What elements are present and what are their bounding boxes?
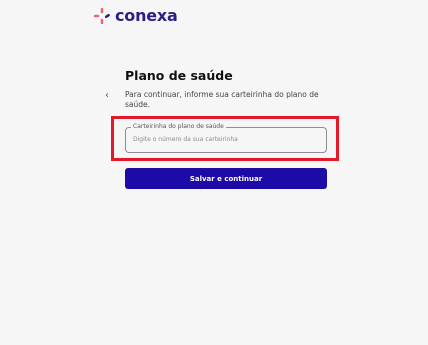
card-number-input[interactable]	[133, 136, 318, 143]
card-number-label: Carteirinha do plano de saúde	[131, 123, 226, 131]
save-and-continue-button[interactable]: Salvar e continuar	[125, 168, 327, 189]
back-button[interactable]: ‹	[101, 89, 113, 101]
page-subtitle: Para continuar, informe sua carteirinha …	[125, 90, 319, 109]
chevron-left-icon: ‹	[105, 89, 109, 101]
conexa-logo: conexa	[93, 6, 178, 25]
page-title: Plano de saúde	[125, 68, 233, 83]
brand-name: conexa	[115, 6, 178, 25]
card-number-field[interactable]: Carteirinha do plano de saúde	[125, 123, 327, 153]
conexa-logo-icon	[93, 7, 110, 24]
